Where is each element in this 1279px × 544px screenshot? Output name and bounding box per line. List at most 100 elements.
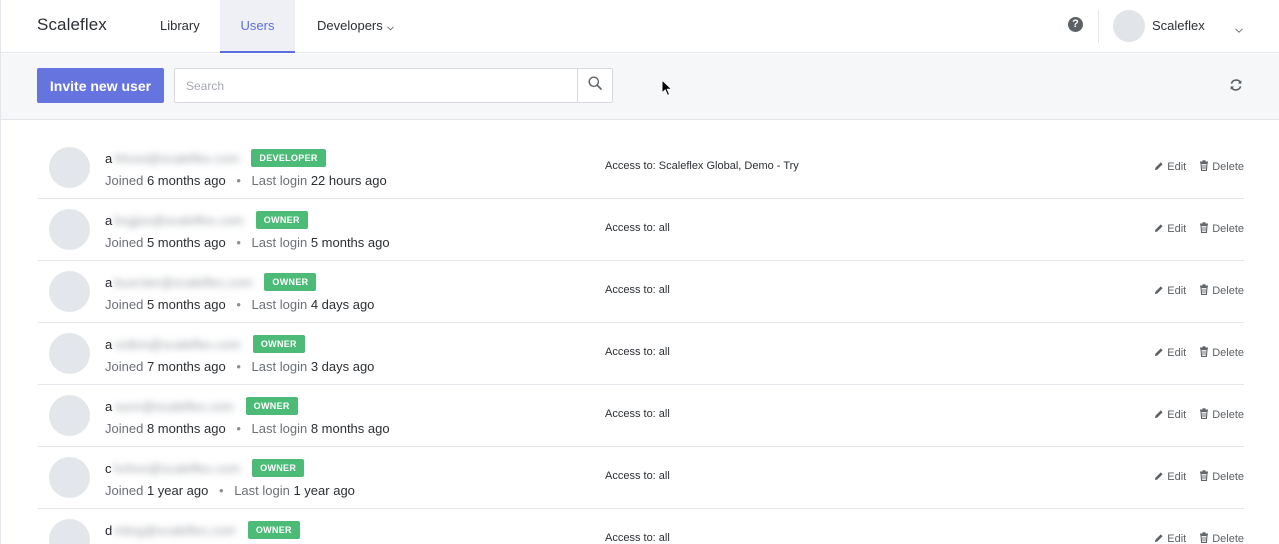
user-identity: c hvhnx@scaleflex.com OWNER — [105, 459, 305, 477]
delete-user-button[interactable]: Delete — [1199, 470, 1244, 484]
user-activity: Joined 1 year ago • Last login 1 year ag… — [105, 483, 355, 498]
user-row: a buxrsler@scaleflex.com OWNER Joined 5 … — [38, 261, 1244, 323]
delete-label: Delete — [1212, 533, 1244, 544]
edit-user-button[interactable]: Edit — [1154, 408, 1186, 422]
pencil-icon — [1154, 409, 1167, 422]
access-scope: Access to: all — [605, 532, 670, 544]
user-avatar — [49, 271, 90, 312]
separator-dot: • — [236, 173, 241, 188]
edit-user-button[interactable]: Edit — [1154, 160, 1186, 174]
invite-new-user-button[interactable]: Invite new user — [37, 68, 164, 103]
separator-dot: • — [236, 297, 241, 312]
row-actions: Edit Delete — [1154, 160, 1244, 174]
edit-label: Edit — [1167, 471, 1187, 483]
user-avatar — [49, 209, 90, 250]
user-row: a votkm@scaleflex.com OWNER Joined 7 mon… — [38, 323, 1244, 385]
delete-user-button[interactable]: Delete — [1199, 346, 1244, 360]
role-badge: OWNER — [247, 521, 300, 539]
nav-tab-developers-label: Developers — [317, 18, 383, 33]
trash-icon — [1199, 408, 1212, 422]
delete-user-button[interactable]: Delete — [1199, 222, 1244, 236]
user-activity: Joined 6 months ago • Last login 22 hour… — [105, 173, 387, 188]
trash-icon — [1199, 470, 1212, 484]
access-scope: Access to: all — [605, 346, 670, 358]
delete-label: Delete — [1212, 409, 1244, 421]
last-login-value: 8 months ago — [310, 421, 390, 436]
last-login-label: Last login — [251, 421, 308, 436]
last-login-label: Last login — [234, 483, 290, 498]
account-menu-chevron-icon[interactable] — [1235, 20, 1243, 38]
user-avatar — [49, 457, 90, 498]
separator-dot: • — [236, 359, 241, 374]
user-activity: Joined 5 months ago • Last login 4 days … — [105, 297, 374, 312]
user-email: votkm@scaleflex.com — [114, 336, 241, 352]
row-actions: Edit Delete — [1154, 532, 1244, 544]
help-icon[interactable]: ? — [1068, 17, 1083, 32]
user-avatar — [49, 333, 90, 374]
trash-icon — [1199, 222, 1212, 236]
edit-user-button[interactable]: Edit — [1154, 222, 1186, 236]
edit-user-button[interactable]: Edit — [1154, 470, 1186, 484]
trash-icon — [1199, 284, 1212, 298]
joined-label: Joined — [105, 235, 144, 250]
delete-user-button[interactable]: Delete — [1199, 532, 1244, 544]
last-login-label: Last login — [251, 173, 308, 188]
pencil-icon — [1154, 223, 1167, 236]
search-input[interactable] — [175, 69, 577, 102]
row-actions: Edit Delete — [1154, 222, 1244, 236]
delete-label: Delete — [1212, 223, 1244, 235]
row-actions: Edit Delete — [1154, 346, 1244, 360]
joined-value: 5 months ago — [146, 235, 226, 250]
user-email: buxrsler@scaleflex.com — [114, 274, 253, 290]
edit-user-button[interactable]: Edit — [1154, 346, 1186, 360]
user-avatar — [49, 147, 90, 188]
role-badge: OWNER — [264, 273, 317, 291]
refresh-icon[interactable] — [1229, 78, 1243, 97]
user-row: a xunv@scaleflex.com OWNER Joined 8 mont… — [38, 385, 1244, 447]
joined-value: 8 months ago — [146, 421, 226, 436]
pencil-icon — [1154, 471, 1167, 484]
brand-logo[interactable]: Scaleflex — [37, 15, 107, 35]
user-email: hfvssi@scaleflex.com — [114, 150, 240, 166]
account-name[interactable]: Scaleflex — [1152, 18, 1205, 33]
user-identity: a xunv@scaleflex.com OWNER — [105, 397, 298, 415]
edit-label: Edit — [1167, 409, 1187, 421]
user-avatar — [49, 519, 90, 544]
joined-label: Joined — [105, 421, 144, 436]
edit-label: Edit — [1167, 347, 1187, 359]
search-button[interactable] — [577, 69, 612, 102]
user-row: a hfvssi@scaleflex.com DEVELOPER Joined … — [38, 137, 1244, 199]
user-row: d mbrg@scaleflex.com OWNER Joined • Last… — [38, 509, 1244, 544]
pencil-icon — [1154, 347, 1167, 360]
nav-tab-library[interactable]: Library — [139, 0, 221, 53]
row-actions: Edit Delete — [1154, 470, 1244, 484]
edit-user-button[interactable]: Edit — [1154, 284, 1186, 298]
user-name-initial: a — [105, 274, 113, 290]
user-email: xunv@scaleflex.com — [114, 398, 234, 414]
nav-tab-developers[interactable]: Developers — [296, 0, 415, 53]
access-scope: Access to: all — [605, 284, 670, 296]
access-scope: Access to: all — [605, 470, 670, 482]
row-actions: Edit Delete — [1154, 284, 1244, 298]
header-divider — [1098, 10, 1099, 43]
pencil-icon — [1154, 161, 1167, 174]
delete-user-button[interactable]: Delete — [1199, 284, 1244, 298]
delete-user-button[interactable]: Delete — [1199, 408, 1244, 422]
role-badge: OWNER — [255, 211, 308, 229]
joined-value: 1 year ago — [146, 483, 209, 498]
user-email: mbrg@scaleflex.com — [114, 522, 236, 538]
user-name-initial: a — [105, 150, 113, 166]
edit-user-button[interactable]: Edit — [1154, 532, 1186, 544]
nav-tab-users[interactable]: Users — [220, 0, 295, 53]
pencil-icon — [1154, 285, 1167, 298]
access-scope: Access to: all — [605, 222, 670, 234]
joined-value: 7 months ago — [146, 359, 226, 374]
account-avatar[interactable] — [1113, 10, 1145, 42]
role-badge: OWNER — [252, 335, 305, 353]
last-login-value: 4 days ago — [310, 297, 375, 312]
user-row: c hvhnx@scaleflex.com OWNER Joined 1 yea… — [38, 447, 1244, 509]
last-login-value: 3 days ago — [310, 359, 375, 374]
user-identity: a votkm@scaleflex.com OWNER — [105, 335, 305, 353]
delete-user-button[interactable]: Delete — [1199, 160, 1244, 174]
last-login-value: 22 hours ago — [310, 173, 387, 188]
